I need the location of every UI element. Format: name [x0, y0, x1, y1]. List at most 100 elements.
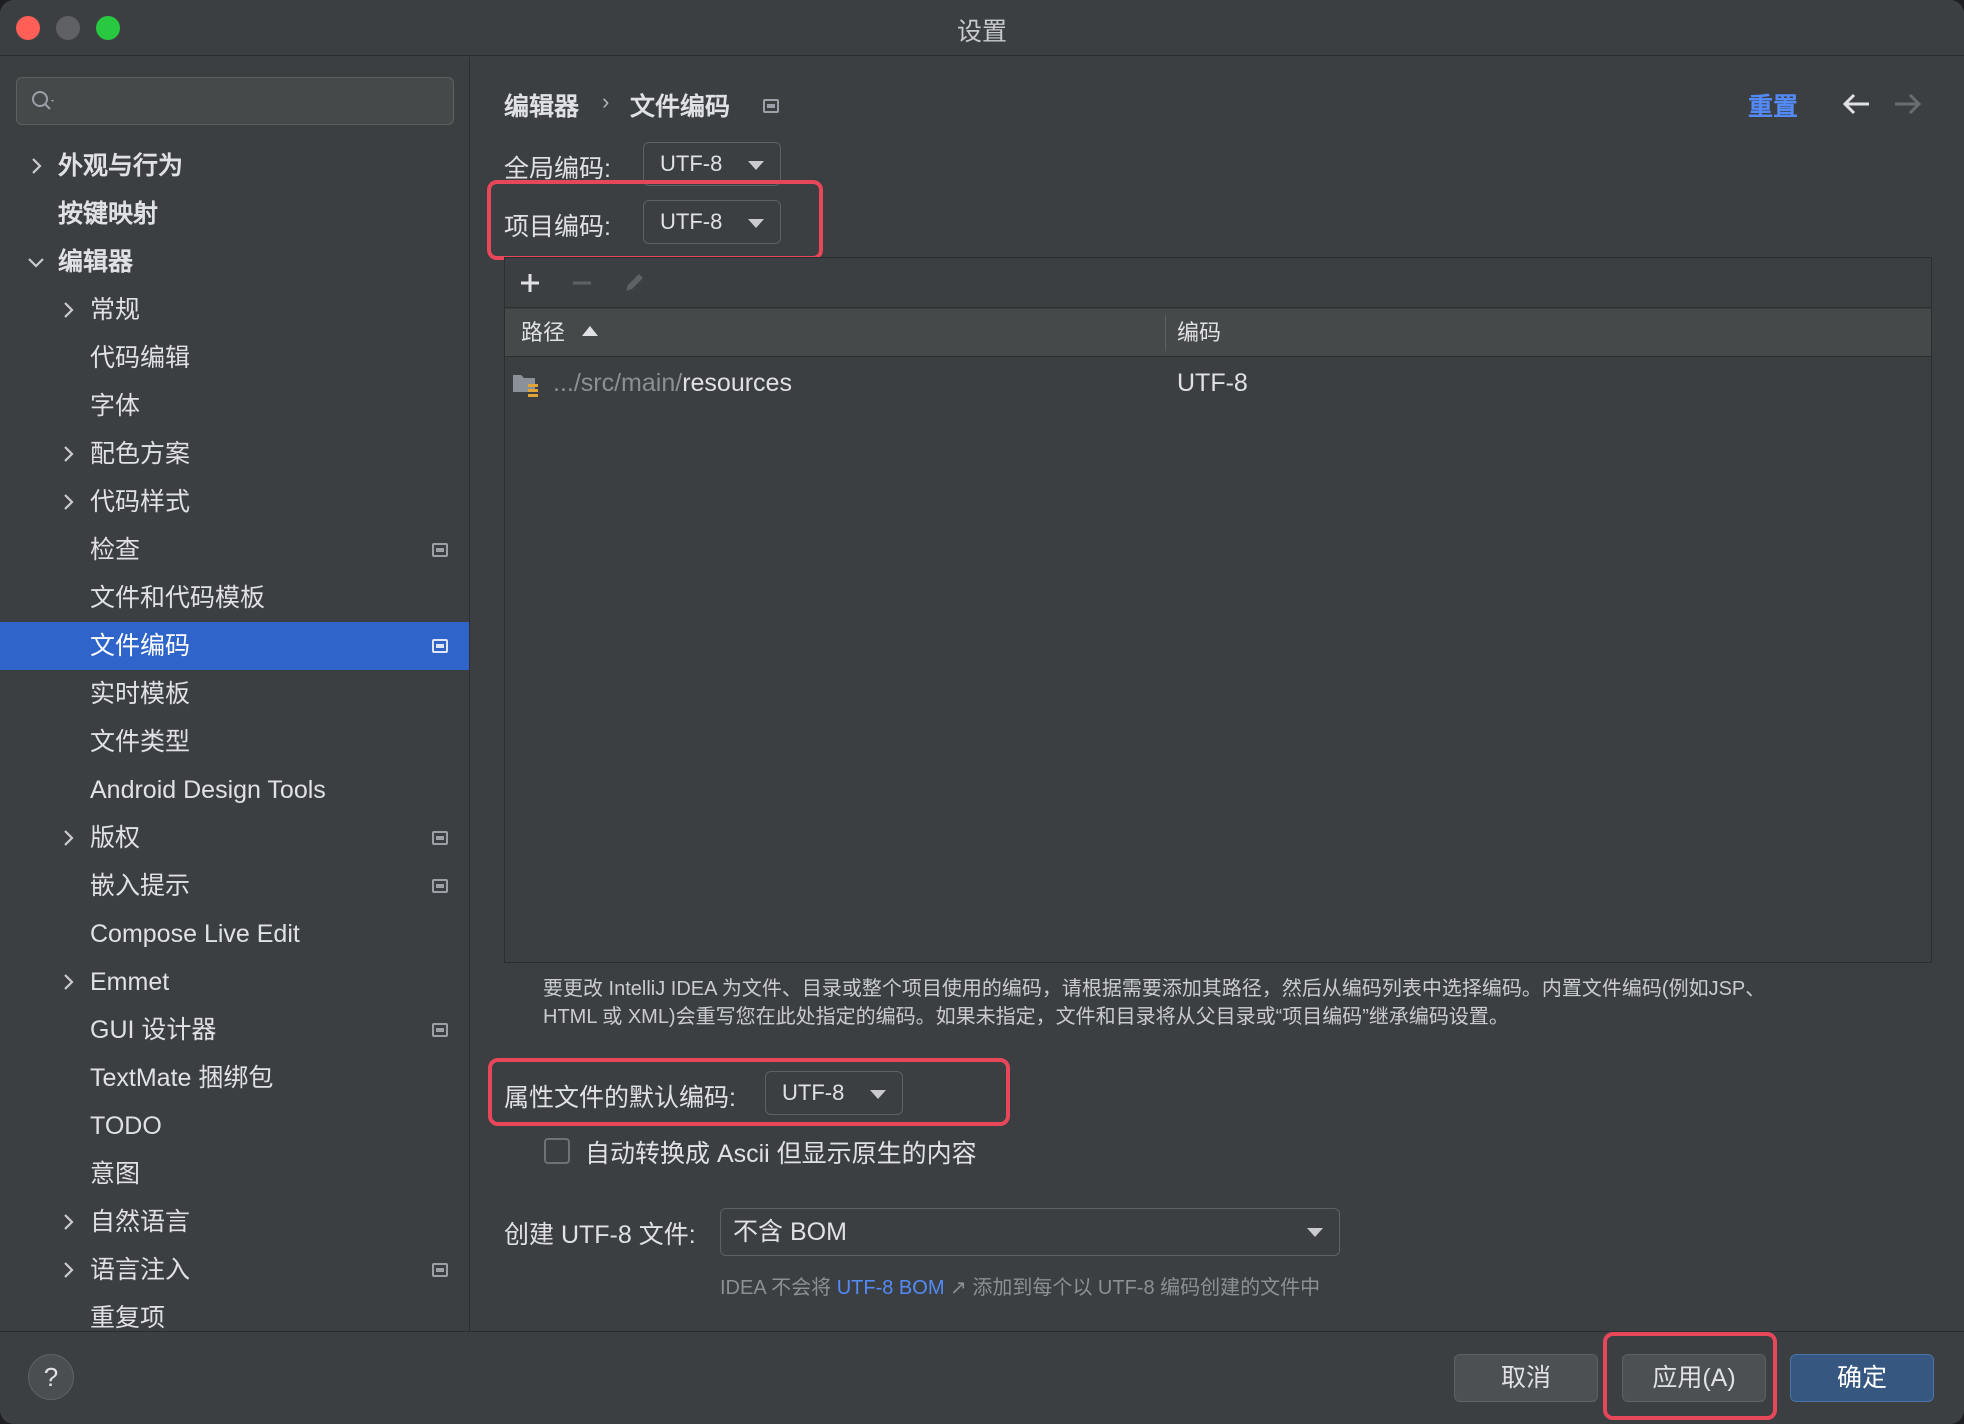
sidebar-item-label: Android Design Tools: [90, 776, 326, 804]
chevron-right-icon[interactable]: [56, 298, 80, 322]
row-path-prefix: .../src/main/: [553, 369, 683, 397]
create-utf8-label: 创建 UTF-8 文件:: [504, 1221, 696, 1249]
sidebar-item-label: 按键映射: [58, 200, 159, 228]
sidebar-item-label: 代码样式: [90, 488, 191, 516]
sidebar-item-label: 版权: [90, 824, 141, 852]
chevron-right-icon[interactable]: [56, 970, 80, 994]
sidebar-item-label: 检查: [90, 536, 141, 564]
sidebar-item[interactable]: 代码编辑: [0, 334, 469, 382]
sidebar-item[interactable]: 文件类型: [0, 718, 469, 766]
breadcrumb-separator: ›: [602, 89, 610, 114]
sidebar-item[interactable]: 按键映射: [0, 190, 469, 238]
sidebar-item-label: 嵌入提示: [90, 872, 191, 900]
settings-sidebar: 外观与行为按键映射编辑器常规代码编辑字体配色方案代码样式检查文件和代码模板文件编…: [0, 57, 470, 1331]
sidebar-item[interactable]: GUI 设计器: [0, 1006, 469, 1054]
chevron-right-icon[interactable]: [24, 154, 48, 178]
sidebar-item[interactable]: 文件和代码模板: [0, 574, 469, 622]
sidebar-item[interactable]: TextMate 捆绑包: [0, 1054, 469, 1102]
table-row[interactable]: .../src/main/resources UTF-8: [505, 358, 1931, 408]
sidebar-item-label: 代码编辑: [90, 344, 191, 372]
create-utf8-value: 不含 BOM: [733, 1218, 847, 1246]
chevron-down-icon: [1307, 1228, 1323, 1237]
utf8-bom-link[interactable]: UTF-8 BOM: [837, 1277, 945, 1299]
back-arrow-icon[interactable]: [1839, 89, 1873, 119]
chevron-right-icon[interactable]: [56, 1210, 80, 1234]
sidebar-item[interactable]: 代码样式: [0, 478, 469, 526]
sidebar-item[interactable]: 配色方案: [0, 430, 469, 478]
table-header: 路径 编码: [505, 309, 1931, 357]
sidebar-item[interactable]: 语言注入: [0, 1246, 469, 1294]
properties-encoding-select[interactable]: UTF-8: [765, 1071, 903, 1115]
bom-note-prefix: IDEA 不会将: [720, 1277, 832, 1299]
title-bar: 设置: [0, 0, 1964, 56]
sidebar-item[interactable]: 编辑器: [0, 238, 469, 286]
sidebar-item-label: 字体: [90, 392, 141, 420]
ascii-conversion-label[interactable]: 自动转换成 Ascii 但显示原生的内容: [585, 1134, 977, 1170]
sidebar-item-label: Compose Live Edit: [90, 920, 300, 948]
sidebar-item-label: TODO: [90, 1112, 162, 1140]
sidebar-item[interactable]: Compose Live Edit: [0, 910, 469, 958]
breadcrumb-parent[interactable]: 编辑器: [504, 87, 579, 123]
sort-ascending-icon: [582, 326, 598, 336]
chevron-down-icon: [748, 161, 764, 170]
chevron-right-icon[interactable]: [56, 442, 80, 466]
ascii-conversion-checkbox[interactable]: [544, 1138, 570, 1164]
project-encoding-select[interactable]: UTF-8: [643, 200, 781, 244]
create-utf8-select[interactable]: 不含 BOM: [720, 1208, 1340, 1256]
sidebar-item[interactable]: Android Design Tools: [0, 766, 469, 814]
chevron-right-icon[interactable]: [56, 490, 80, 514]
column-divider[interactable]: [1165, 315, 1166, 351]
path-encoding-table: 路径 编码 .../src/main/resources UTF-8: [504, 257, 1932, 963]
sidebar-item-label: 编辑器: [58, 248, 134, 276]
sidebar-item[interactable]: Emmet: [0, 958, 469, 1006]
sidebar-item[interactable]: 重复项: [0, 1294, 469, 1331]
sidebar-item[interactable]: 文件编码: [0, 622, 469, 670]
chevron-down-icon[interactable]: [24, 250, 48, 274]
sidebar-item[interactable]: 嵌入提示: [0, 862, 469, 910]
edit-icon[interactable]: [621, 270, 647, 296]
global-encoding-value: UTF-8: [660, 151, 723, 176]
sidebar-item-label: 外观与行为: [58, 152, 184, 180]
column-header-path[interactable]: 路径: [521, 309, 565, 357]
column-header-encoding[interactable]: 编码: [1177, 309, 1221, 357]
remove-icon[interactable]: [569, 270, 595, 296]
sidebar-item-label: 实时模板: [90, 680, 191, 708]
forward-arrow-icon[interactable]: [1891, 89, 1925, 119]
sidebar-item-label: 常规: [90, 296, 141, 324]
bom-note: IDEA 不会将 UTF-8 BOM ↗ 添加到每个以 UTF-8 编码创建的文…: [720, 1271, 1320, 1300]
add-icon[interactable]: [517, 270, 543, 296]
settings-search-input[interactable]: [16, 77, 454, 125]
settings-content: 编辑器 › 文件编码 重置 全局编码: UTF-8 项目编码: UTF-8 路径…: [471, 57, 1964, 1331]
sidebar-item[interactable]: 外观与行为: [0, 142, 469, 190]
sidebar-item[interactable]: 检查: [0, 526, 469, 574]
project-encoding-value: UTF-8: [660, 209, 723, 234]
sidebar-item-label: 意图: [90, 1160, 141, 1188]
project-scope-icon: [432, 1023, 448, 1037]
help-button[interactable]: ?: [28, 1354, 74, 1400]
sidebar-item[interactable]: 常规: [0, 286, 469, 334]
chevron-right-icon[interactable]: [56, 1258, 80, 1282]
reset-link[interactable]: 重置: [1748, 87, 1798, 123]
project-encoding-label: 项目编码:: [504, 213, 611, 241]
chevron-right-icon[interactable]: [56, 826, 80, 850]
sidebar-item-label: 配色方案: [90, 440, 191, 468]
search-icon: [32, 91, 54, 110]
sidebar-item-label: 文件类型: [90, 728, 191, 756]
sidebar-item[interactable]: 版权: [0, 814, 469, 862]
sidebar-item[interactable]: 实时模板: [0, 670, 469, 718]
row-encoding[interactable]: UTF-8: [1177, 358, 1248, 408]
sidebar-item[interactable]: 字体: [0, 382, 469, 430]
sidebar-item[interactable]: 意图: [0, 1150, 469, 1198]
sidebar-item[interactable]: 自然语言: [0, 1198, 469, 1246]
sidebar-item-label: 重复项: [90, 1304, 166, 1331]
apply-button[interactable]: 应用(A): [1622, 1354, 1766, 1402]
settings-window: 设置 外观与行为 按键映射 编辑器 常规 代码编辑 字体 配色方案 代码样式 检查 文件和代码模板…: [0, 0, 1964, 1424]
ok-button[interactable]: 确定: [1790, 1354, 1934, 1402]
cancel-button[interactable]: 取消: [1454, 1354, 1598, 1402]
chevron-down-icon: [870, 1090, 886, 1099]
row-path-name: resources: [682, 369, 792, 397]
sidebar-item-label: 文件和代码模板: [90, 584, 266, 612]
sidebar-item-label: 语言注入: [90, 1256, 191, 1284]
sidebar-item[interactable]: TODO: [0, 1102, 469, 1150]
window-title: 设置: [956, 18, 1007, 46]
